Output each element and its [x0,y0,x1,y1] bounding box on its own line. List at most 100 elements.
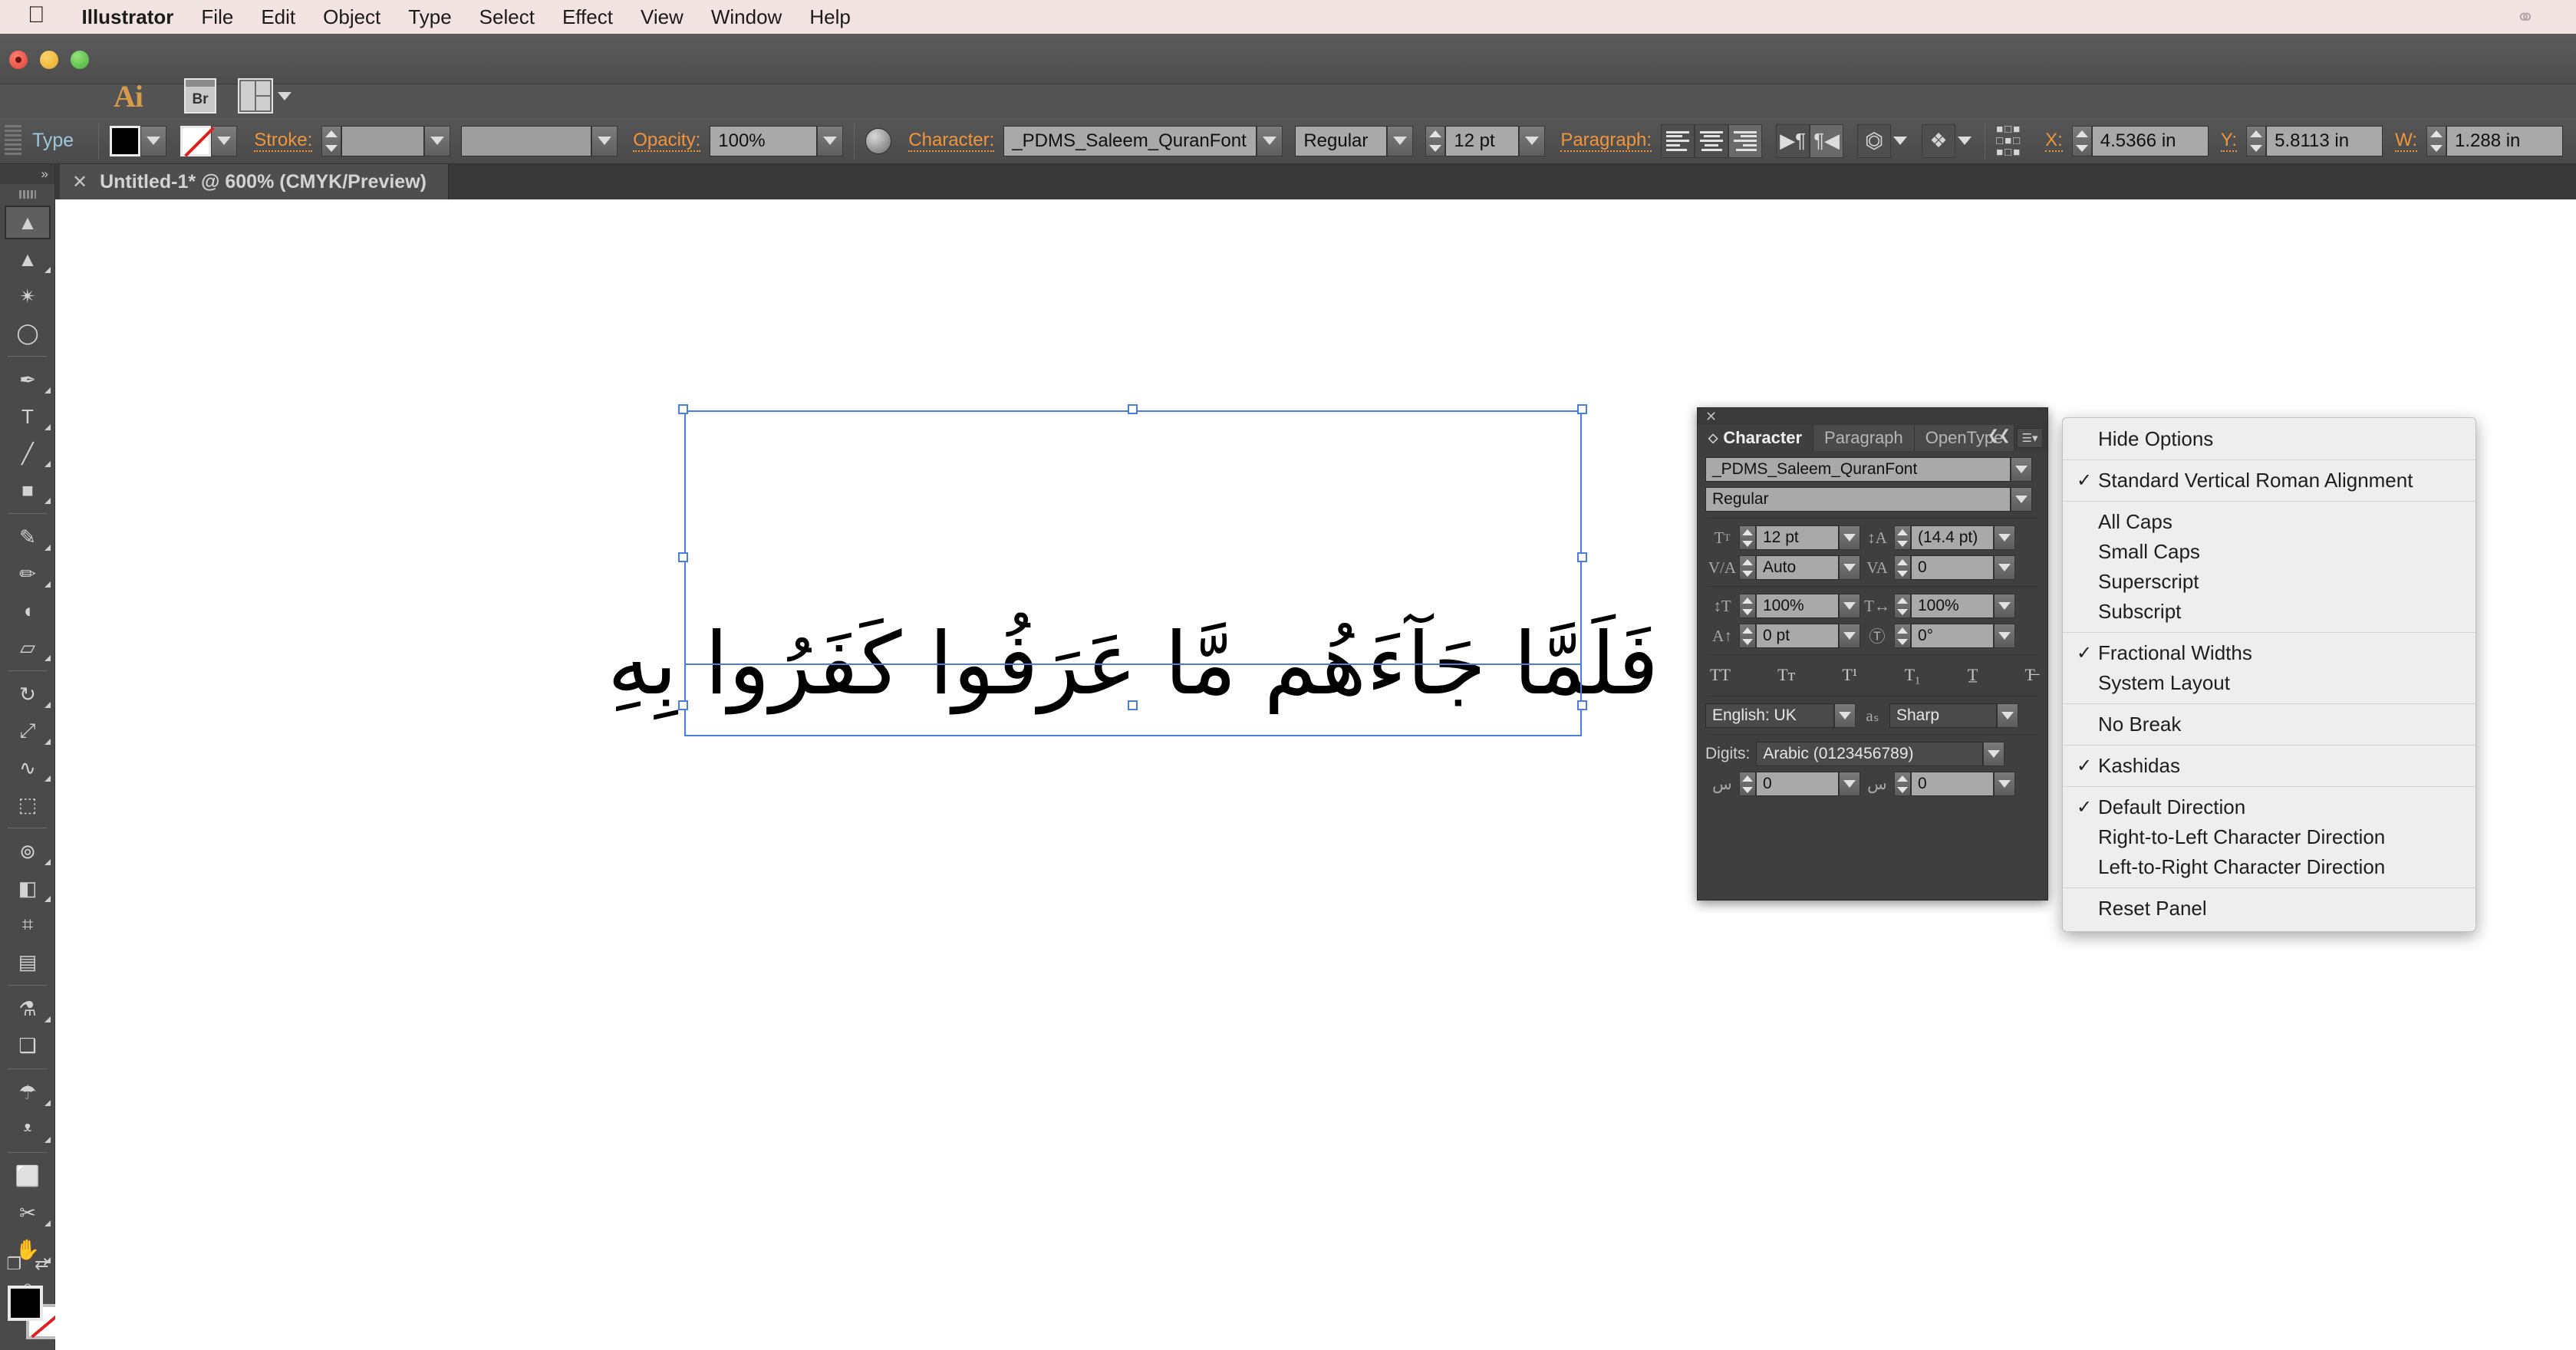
panel-kerning-field[interactable]: Auto [1756,555,1839,580]
blob-brush-tool[interactable]: ◖ [0,592,55,629]
stroke-dropdown-button[interactable] [211,125,238,156]
align-left-icon[interactable] [1661,123,1695,158]
rectangle-tool[interactable]: ■ [0,472,55,509]
window-close-button[interactable] [9,51,28,69]
menu-edit[interactable]: Edit [247,5,309,29]
language-dropdown[interactable] [1834,703,1856,728]
panel-leading-field[interactable]: (14.4 pt) [1911,525,1994,550]
expand-tools-icon[interactable]: » [0,164,54,184]
symbol-sprayer-tool[interactable]: ☂ [0,1074,55,1111]
align-center-icon[interactable] [1695,123,1729,158]
tool-flyout-indicator[interactable] [44,1220,51,1227]
direct-selection-tool[interactable]: ▲ [0,241,55,278]
eraser-tool[interactable]: ▱ [0,629,55,666]
digits-dropdown[interactable] [1983,742,2005,766]
stroke-weight-dropdown[interactable] [424,125,451,156]
width-tool[interactable]: ∿ [0,749,55,786]
bridge-icon[interactable]: Br [184,78,216,114]
stroke-profile-field[interactable] [461,125,592,156]
menu-item-small-caps[interactable]: Small Caps [2063,537,2476,567]
menu-file[interactable]: File [187,5,247,29]
panel-rotation-stepper[interactable] [1894,624,1911,648]
font-size-stepper[interactable] [1425,125,1446,156]
menu-object[interactable]: Object [309,5,394,29]
scale-tool[interactable]: ⤢ [0,713,55,749]
arrange-documents-icon[interactable] [238,78,273,114]
control-bar-grip[interactable] [5,124,21,157]
font-style-field[interactable]: Regular [1295,125,1388,156]
fill-swatch-large[interactable] [8,1286,43,1321]
pencil-tool[interactable]: ✏ [0,555,55,592]
screen-mode-icon[interactable]: ❐ [6,1254,21,1274]
subscript-button[interactable]: T₁ [1905,665,1921,685]
menu-item-left-to-right-character-direction[interactable]: Left-to-Right Character Direction [2063,852,2476,882]
opacity-field[interactable]: 100% [710,125,818,156]
kashida-dropdown[interactable] [1839,772,1860,796]
selection-handle-bl[interactable] [678,700,688,710]
panel-font-style-dropdown[interactable] [2011,487,2032,512]
font-family-field[interactable]: _PDMS_Saleem_QuranFont [1003,125,1257,156]
menu-item-hide-options[interactable]: Hide Options [2063,424,2476,454]
kashida-field[interactable]: 0 [1756,772,1839,796]
window-minimize-button[interactable] [40,51,58,69]
window-zoom-button[interactable] [71,51,89,69]
diacritic-stepper[interactable] [1894,772,1911,796]
eyedropper-tool[interactable]: ⚗ [0,990,55,1027]
tool-flyout-indicator[interactable] [44,655,51,661]
font-size-dropdown[interactable] [1519,125,1546,156]
strikethrough-button[interactable]: T̶ [2025,665,2035,685]
tools-panel-grip[interactable] [0,184,54,204]
small-caps-button[interactable]: Tᴛ [1777,665,1795,685]
panel-rotation-dropdown[interactable] [1994,624,2015,648]
panel-hscale-field[interactable]: 100% [1911,594,1994,618]
menu-effect[interactable]: Effect [548,5,627,29]
panel-baseline-dropdown[interactable] [1839,624,1860,648]
opacity-dropdown[interactable] [817,125,844,156]
transform-dropdown[interactable] [1955,126,1974,156]
menu-view[interactable]: View [627,5,697,29]
tool-flyout-indicator[interactable] [44,1100,51,1106]
panel-font-style-field[interactable]: Regular [1705,487,2011,512]
menu-item-no-break[interactable]: No Break [2063,710,2476,739]
transform-icon[interactable]: ❖ [1922,123,1956,158]
digits-field[interactable]: Arabic (0123456789) [1756,742,1984,766]
pen-tool[interactable]: ✒ [0,361,55,398]
tool-flyout-indicator[interactable] [44,859,51,865]
panel-tracking-field[interactable]: 0 [1911,555,1994,580]
selection-handle-br[interactable] [1577,700,1587,710]
text-object[interactable]: فَلَمَّا جَآءَهُم مَّا عَرَفُوا كَفَرُوا… [608,404,1659,736]
align-panel-icon[interactable]: ■□■ □■□ ■□■ [1996,123,2031,159]
selection-tool[interactable]: ▲ [0,204,55,241]
w-field[interactable]: 1.288 in [2446,125,2563,156]
close-panel-icon[interactable]: ✕ [1705,410,1717,423]
panel-font-size-stepper[interactable] [1739,525,1756,550]
menu-item-default-direction[interactable]: ✓ Default Direction [2063,792,2476,822]
panel-baseline-stepper[interactable] [1739,624,1756,648]
stroke-weight-stepper[interactable] [321,125,342,156]
artboard-tool[interactable]: ⬜ [0,1157,55,1194]
envelope-dropdown[interactable] [1891,126,1909,156]
selection-handle-ml[interactable] [678,552,688,562]
ltr-paragraph-direction-icon[interactable]: ▶¶ [1776,123,1810,158]
diacritic-field[interactable]: 0 [1911,772,1994,796]
selection-handle-tl[interactable] [678,404,688,414]
tool-flyout-indicator[interactable] [44,387,51,393]
language-field[interactable]: English: UK [1705,703,1834,728]
selection-handle-tc[interactable] [1128,404,1138,414]
kashida-stepper[interactable] [1739,772,1756,796]
slice-tool[interactable]: ✂ [0,1194,55,1231]
w-stepper[interactable] [2426,125,2446,156]
tool-flyout-indicator[interactable] [44,1016,51,1022]
menu-item-all-caps[interactable]: All Caps [2063,507,2476,537]
mesh-tool[interactable]: ⌗ [0,907,55,943]
selection-handle-tr[interactable] [1577,404,1587,414]
x-stepper[interactable] [2071,125,2092,156]
panel-font-size-dropdown[interactable] [1839,525,1860,550]
y-field[interactable]: 5.8113 in [2266,125,2383,156]
document-tab[interactable]: ✕ Untitled-1* @ 600% (CMYK/Preview) [60,164,449,199]
apple-logo-icon[interactable]:  [28,4,45,27]
menu-item-reset-panel[interactable]: Reset Panel [2063,894,2476,924]
swap-fill-stroke-icon[interactable]: ⇄ [35,1254,48,1274]
tool-flyout-indicator[interactable] [44,775,51,782]
menu-item-system-layout[interactable]: System Layout [2063,668,2476,698]
